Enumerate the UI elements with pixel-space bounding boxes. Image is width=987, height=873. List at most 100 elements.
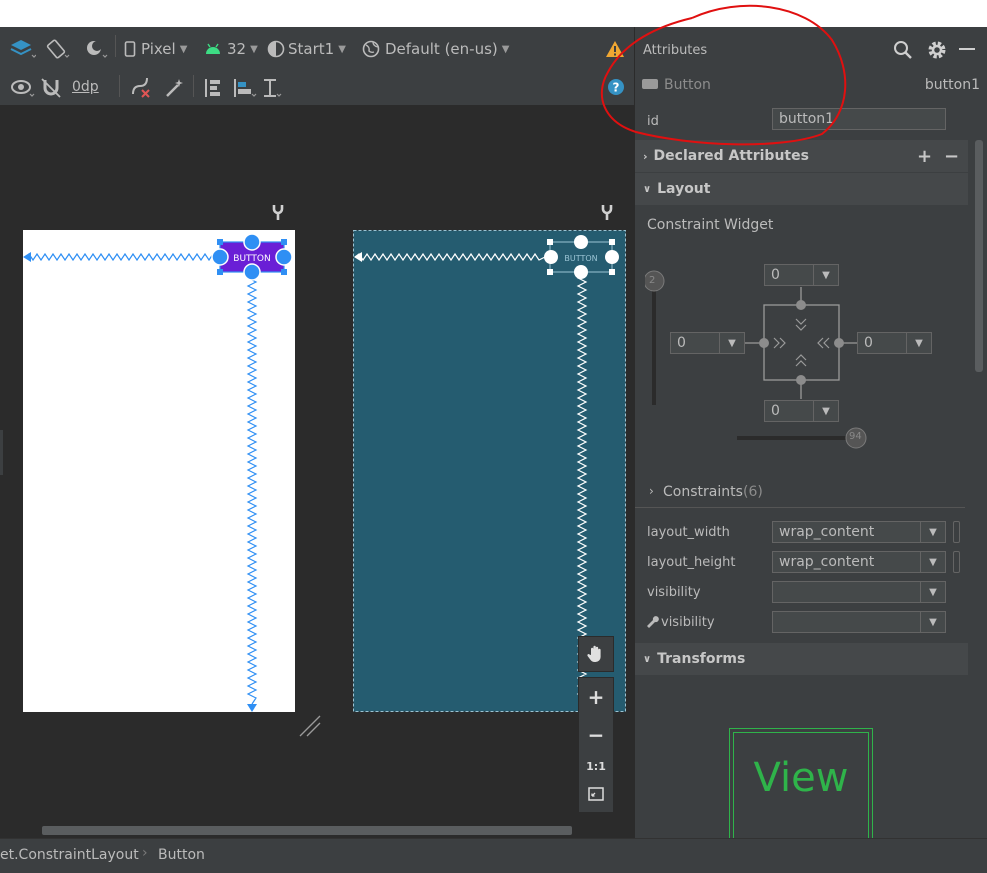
constraint-toolbar: 0dp ? xyxy=(0,69,634,106)
layout-height-resource-picker[interactable] xyxy=(953,551,960,573)
chevron-down-icon: ▼ xyxy=(813,264,838,286)
autoconnect-icon[interactable] xyxy=(40,77,62,103)
infer-constraints-icon[interactable] xyxy=(164,77,186,103)
chevron-down-icon: ▼ xyxy=(906,332,931,354)
align-icon[interactable] xyxy=(232,77,258,103)
end-anchor xyxy=(275,248,293,266)
chevron-down-icon: ▼ xyxy=(338,43,346,55)
locale-selector[interactable]: Default (en-us) ▼ xyxy=(362,40,509,58)
pack-icon[interactable] xyxy=(202,77,226,103)
chevron-down-icon: ∨ xyxy=(643,183,652,195)
margin-right-dropdown[interactable]: 0 ▼ xyxy=(857,332,932,354)
visibility-dropdown[interactable]: ▼ xyxy=(772,581,946,603)
layout-width-resource-picker[interactable] xyxy=(953,521,960,543)
search-icon[interactable] xyxy=(893,40,913,60)
svg-text:BUTTON: BUTTON xyxy=(564,254,597,263)
tools-visibility-dropdown[interactable]: ▼ xyxy=(772,611,946,633)
chevron-down-icon: ▼ xyxy=(920,521,945,543)
layout-width-value: wrap_content xyxy=(779,524,875,540)
design-surface[interactable]: BUTTON xyxy=(23,230,295,712)
breadcrumb-current[interactable]: Button xyxy=(158,847,205,863)
layout-width-dropdown[interactable]: wrap_content ▼ xyxy=(772,521,946,543)
toolbar-separator xyxy=(193,75,194,97)
constraint-widget-label: Constraint Widget xyxy=(647,217,774,233)
view-options-icon[interactable] xyxy=(10,77,36,103)
device-selector[interactable]: Pixel ▼ xyxy=(124,40,187,58)
layout-title: Layout xyxy=(657,181,711,197)
layout-height-dropdown[interactable]: wrap_content ▼ xyxy=(772,551,946,573)
tools-visibility-label: visibility xyxy=(661,615,715,630)
button-label: BUTTON xyxy=(233,254,270,264)
resize-handle-icon[interactable] xyxy=(298,714,322,738)
constraints-row[interactable]: › Constraints (6) xyxy=(635,479,965,508)
chevron-down-icon: ▼ xyxy=(250,43,258,55)
transforms-title: Transforms xyxy=(657,651,746,667)
chevron-right-icon: › xyxy=(643,149,648,163)
gear-icon[interactable] xyxy=(927,40,947,60)
wrench-icon xyxy=(647,616,659,628)
declared-attributes-title: Declared Attributes xyxy=(653,148,809,164)
zoom-panel: + − 1:1 xyxy=(578,677,614,813)
default-margin-dropdown[interactable]: 0dp xyxy=(72,79,99,95)
clear-constraints-icon[interactable] xyxy=(130,77,152,103)
default-margin-value: 0dp xyxy=(72,79,99,95)
locale-label: Default (en-us) xyxy=(385,40,498,58)
layout-height-value: wrap_content xyxy=(779,554,875,570)
theme-selector[interactable]: Start1 ▼ xyxy=(267,40,346,58)
zoom-fit-button[interactable] xyxy=(588,787,604,805)
layout-width-label: layout_width xyxy=(647,525,730,540)
margin-right-value: 0 xyxy=(864,335,873,351)
vertical-scrollbar[interactable] xyxy=(975,140,983,372)
margin-top-dropdown[interactable]: 0 ▼ xyxy=(764,264,839,286)
zoom-out-button[interactable]: − xyxy=(588,723,605,747)
margin-left-value: 0 xyxy=(677,335,686,351)
transform-preview: View xyxy=(729,728,873,842)
vertical-bias-value: 2 xyxy=(649,275,656,286)
margin-left-dropdown[interactable]: 0 ▼ xyxy=(670,332,745,354)
chevron-down-icon: ▼ xyxy=(719,332,744,354)
toolbar-separator xyxy=(119,75,120,97)
chevron-down-icon: ▼ xyxy=(501,43,510,55)
layout-section[interactable]: ∨ Layout xyxy=(635,173,968,205)
chevron-down-icon: ▼ xyxy=(179,43,188,55)
chevron-down-icon: ∨ xyxy=(643,653,652,665)
wrench-icon[interactable] xyxy=(599,203,615,225)
night-mode-icon[interactable] xyxy=(84,38,110,64)
remove-attribute-button[interactable]: − xyxy=(944,146,959,167)
margin-bottom-dropdown[interactable]: 0 ▼ xyxy=(764,400,839,422)
design-canvas[interactable]: BUTTON BUTTON + − 1:1 xyxy=(0,106,634,838)
constraints-count: (6) xyxy=(743,484,763,500)
chevron-down-icon: ▼ xyxy=(920,551,945,573)
guidelines-icon[interactable] xyxy=(260,77,286,103)
bottom-anchor xyxy=(243,263,261,281)
wrench-icon[interactable] xyxy=(270,203,286,225)
hand-icon xyxy=(587,645,601,662)
chevron-right-icon: › xyxy=(649,484,654,498)
phone-icon xyxy=(124,41,136,57)
left-gutter xyxy=(0,430,3,475)
globe-icon xyxy=(362,40,380,58)
design-surface-icon[interactable] xyxy=(10,38,37,64)
orientation-icon[interactable] xyxy=(45,38,71,64)
transforms-section[interactable]: ∨ Transforms xyxy=(635,643,968,675)
breadcrumb: et.ConstraintLayout › Button xyxy=(0,838,987,873)
start-anchor xyxy=(211,248,229,266)
device-label: Pixel xyxy=(141,40,176,58)
breadcrumb-parent[interactable]: et.ConstraintLayout xyxy=(0,847,139,863)
margin-top-value: 0 xyxy=(771,267,780,283)
zoom-in-button[interactable]: + xyxy=(588,685,605,709)
constraint-widget[interactable] xyxy=(645,257,945,457)
pan-button[interactable] xyxy=(578,636,614,672)
api-level-selector[interactable]: 32 ▼ xyxy=(204,40,258,58)
constraints-label: Constraints xyxy=(663,484,743,500)
add-attribute-button[interactable]: + xyxy=(917,146,932,167)
zoom-actual-size-button[interactable]: 1:1 xyxy=(586,760,606,773)
fit-screen-icon xyxy=(588,787,604,801)
horizontal-scrollbar[interactable] xyxy=(42,826,572,835)
component-id: button1 xyxy=(924,77,980,93)
theme-icon xyxy=(267,40,285,58)
minimize-icon[interactable] xyxy=(959,48,975,50)
breadcrumb-separator: › xyxy=(142,845,148,861)
chevron-down-icon: ▼ xyxy=(813,400,838,422)
visibility-label: visibility xyxy=(647,585,701,600)
